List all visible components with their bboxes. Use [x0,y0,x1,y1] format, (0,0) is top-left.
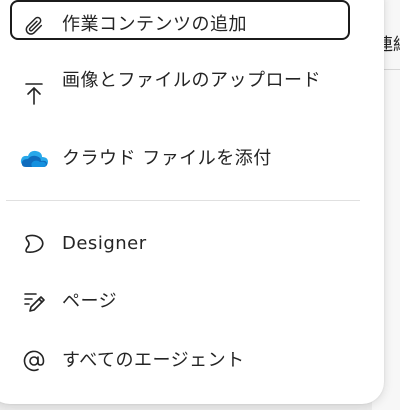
menu-divider [6,200,360,201]
menu-item-attach-cloud-file[interactable]: クラウド ファイルを添付 [0,144,362,174]
add-content-menu: 作業コンテンツの追加 画像とファイルのアップロード クラウド ファイルを添付 D… [0,0,384,404]
menu-item-upload-images-files[interactable]: 画像とファイルのアップロード [0,66,362,126]
menu-item-label: 画像とファイルのアップロード [62,70,321,91]
menu-item-label: 作業コンテンツの追加 [62,14,247,35]
at-sign-icon [20,347,48,375]
designer-icon [20,230,48,258]
menu-item-label: Designer [62,233,147,254]
menu-item-label: クラウド ファイルを添付 [62,148,272,169]
onedrive-cloud-icon [18,145,50,173]
paperclip-icon [20,12,48,40]
screen: 連絡 作業コンテンツの追加 画像とファイルのアップロード [0,0,400,410]
upload-icon [20,80,48,108]
menu-item-pages[interactable]: ページ [0,287,362,317]
page-edit-icon [20,288,48,316]
menu-item-designer[interactable]: Designer [0,229,362,259]
menu-item-label: ページ [62,291,118,312]
menu-item-label: すべてのエージェント [62,350,245,371]
menu-item-add-work-content[interactable]: 作業コンテンツの追加 [0,10,362,40]
menu-item-all-agents[interactable]: すべてのエージェント [0,346,362,376]
